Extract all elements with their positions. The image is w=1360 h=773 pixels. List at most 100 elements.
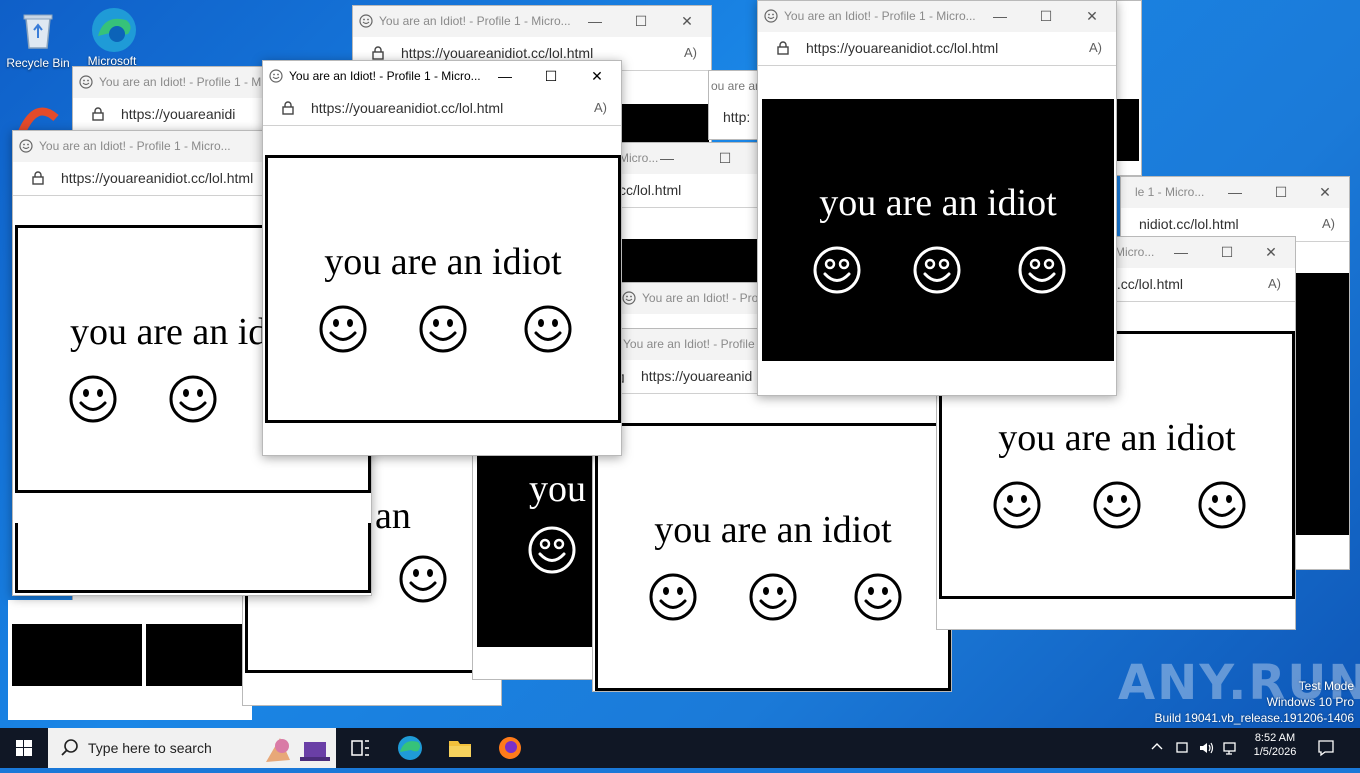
url-text: nidiot.cc/lol.html <box>1139 216 1239 232</box>
show-hidden-icons-button[interactable] <box>1150 740 1164 759</box>
smiley-tab-icon <box>359 14 373 28</box>
edge-icon <box>90 6 136 52</box>
title-bar[interactable]: You are an Idiot! - Profile 1 - Micro...… <box>263 61 621 92</box>
smiley-face-icon <box>527 525 577 575</box>
message-box: you <box>477 451 599 647</box>
smiley-face-icon <box>1092 480 1142 530</box>
lock-icon <box>31 171 45 185</box>
watermark-line: Windows 10 Pro <box>1266 695 1354 709</box>
maximize-button[interactable]: ☐ <box>619 10 663 32</box>
minimize-button[interactable]: — <box>1159 241 1203 263</box>
browser-window[interactable]: You are an Idiot! - Profile 1 - Micro...… <box>757 0 1117 396</box>
start-button[interactable] <box>0 728 48 768</box>
recycle-bin-label: Recycle Bin <box>6 56 70 70</box>
notification-icon <box>1318 740 1334 757</box>
browser-window[interactable] <box>8 600 148 720</box>
close-button[interactable]: ✕ <box>1303 181 1347 203</box>
browser-window[interactable]: you <box>472 430 602 680</box>
url-text: https://youareanidiot.cc/lol.html <box>401 45 594 61</box>
maximize-button[interactable]: ☐ <box>1259 181 1303 203</box>
clock-time: 8:52 AM <box>1254 732 1296 744</box>
window-title: You are an Idiot! - Profile 1 - Micro... <box>379 14 571 28</box>
url-text: https://youareanidiot.cc/lol.html <box>311 100 504 116</box>
read-aloud-icon[interactable]: A) <box>594 100 607 115</box>
smiley-face-icon <box>168 374 218 424</box>
smiley-tab-icon <box>622 291 636 305</box>
read-aloud-icon[interactable]: A) <box>1089 40 1102 55</box>
minimize-button[interactable]: — <box>483 65 527 87</box>
title-bar[interactable]: Micro... — ☐ <box>601 143 769 174</box>
minimize-button[interactable]: — <box>645 147 689 169</box>
maximize-button[interactable]: ☐ <box>703 147 747 169</box>
recycle-bin-shortcut[interactable]: Recycle Bin <box>0 8 76 70</box>
smiley-face-icon <box>912 245 962 295</box>
address-bar[interactable]: https://youareanidiot.cc/lol.html A) <box>263 92 621 126</box>
lock-icon <box>281 101 295 115</box>
url-text: http: <box>723 109 751 125</box>
taskbar: Type here to search 8:52 AM 1/5/2026 <box>0 728 1360 768</box>
title-bar[interactable]: You are an Idiot! - Profile 1 - Micro...… <box>353 6 711 37</box>
tray-device-icon[interactable] <box>1174 740 1190 761</box>
recycle-bin-icon <box>16 8 60 52</box>
maximize-button[interactable]: ☐ <box>1205 241 1249 263</box>
message-box <box>15 523 371 593</box>
close-button[interactable]: ✕ <box>665 10 709 32</box>
read-aloud-icon[interactable]: A) <box>1268 276 1281 291</box>
url-text: ou are an <box>711 79 762 93</box>
chevron-up-icon <box>1151 743 1163 750</box>
task-view-button[interactable] <box>340 728 380 768</box>
task-view-icon <box>351 740 369 756</box>
window-title: You are an Idiot! - Profile 1 - Micro... <box>784 9 976 23</box>
edge-taskbar-button[interactable] <box>390 728 430 768</box>
message-text: you are an idiot <box>654 509 892 551</box>
browser-window[interactable]: Micro... — ☐ cc/lol.html <box>600 142 770 292</box>
network-button[interactable] <box>1222 740 1240 761</box>
close-button[interactable]: ✕ <box>575 65 619 87</box>
maximize-button[interactable]: ☐ <box>529 65 573 87</box>
message-box: you are an idiot <box>265 155 621 423</box>
smiley-face-icon <box>992 480 1042 530</box>
smiley-tab-icon <box>19 139 33 153</box>
search-box[interactable]: Type here to search <box>48 728 336 768</box>
title-bar[interactable]: le 1 - Micro... — ☐ ✕ <box>1121 177 1349 208</box>
title-bar[interactable]: You are an Idiot! - Profile 1 - Micro...… <box>758 1 1116 32</box>
firefox-button[interactable] <box>490 728 530 768</box>
title-bar[interactable]: You are an Idiot! - Pro <box>616 283 764 314</box>
message-box: you are an idiot <box>762 99 1114 361</box>
file-explorer-button[interactable] <box>440 728 480 768</box>
maximize-button[interactable]: ☐ <box>1024 5 1068 27</box>
address-bar[interactable]: cc/lol.html <box>601 174 769 208</box>
minimize-button[interactable]: — <box>1213 181 1257 203</box>
window-title: le 1 - Micro... <box>1135 185 1205 199</box>
folder-icon <box>449 741 471 757</box>
volume-button[interactable] <box>1198 740 1216 761</box>
window-title: You are an Idiot! - Profile 1 - Micro... <box>289 69 481 83</box>
minimize-button[interactable]: — <box>978 5 1022 27</box>
lock-icon <box>776 41 790 55</box>
browser-window[interactable]: You are an Idiot! - Profile 1 - Micro...… <box>262 60 622 456</box>
edge-icon <box>398 736 422 760</box>
address-bar[interactable]: https://youareanidiot.cc/lol.html A) <box>758 32 1116 66</box>
message-box <box>621 104 709 144</box>
window-title: You are an Idiot! - Pro <box>642 291 759 305</box>
message-box <box>601 239 769 284</box>
search-highlight-illustration <box>266 738 330 762</box>
close-button[interactable]: ✕ <box>1249 241 1293 263</box>
window-title: You are an Idiot! - Profile 1 - Micro... <box>39 139 231 153</box>
browser-window[interactable] <box>142 600 252 720</box>
url-text: t.cc/lol.html <box>1113 276 1184 292</box>
windows-logo-icon <box>16 740 32 756</box>
clock[interactable]: 8:52 AM 1/5/2026 <box>1246 732 1304 758</box>
minimize-button[interactable]: — <box>573 10 617 32</box>
action-center-button[interactable] <box>1316 738 1336 763</box>
edge-shortcut[interactable]: Microsoft <box>74 6 150 68</box>
message-box <box>12 624 144 686</box>
read-aloud-icon[interactable]: A) <box>684 45 697 60</box>
window-title: You are an Idiot! - Profile 1 <box>623 337 765 351</box>
message-text: you are an idiot <box>998 417 1236 459</box>
search-icon <box>61 739 78 756</box>
read-aloud-icon[interactable]: A) <box>1322 216 1335 231</box>
lock-icon <box>371 46 385 60</box>
close-button[interactable]: ✕ <box>1070 5 1114 27</box>
message-text: you <box>529 468 586 510</box>
